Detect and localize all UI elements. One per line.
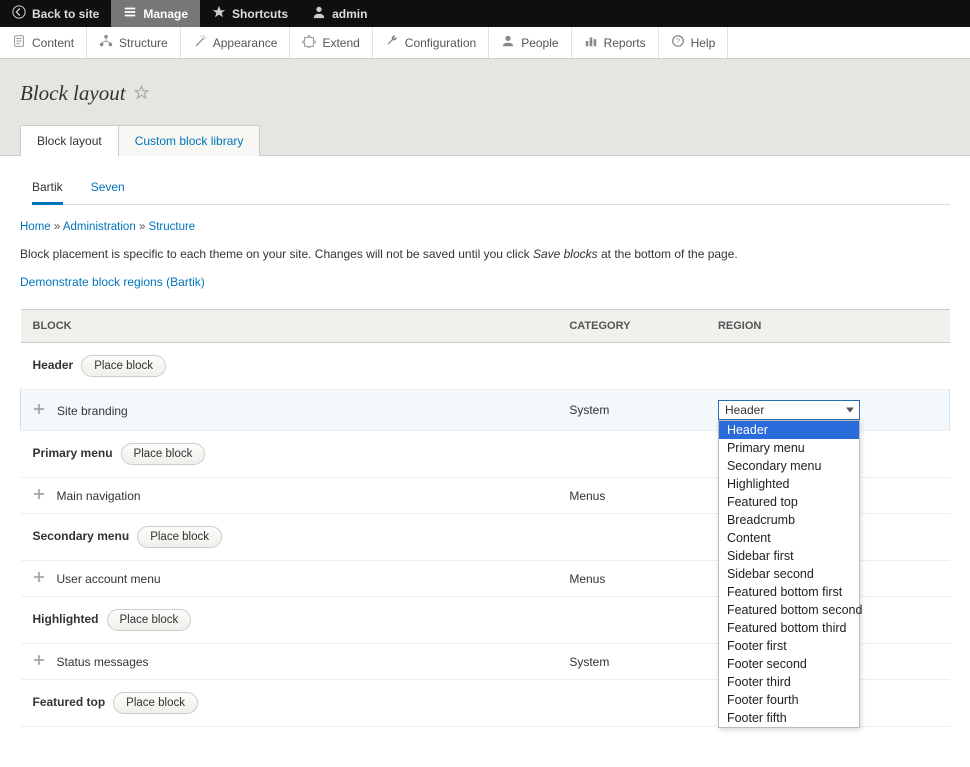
toolbar-user[interactable]: admin	[300, 0, 379, 27]
breadcrumb: Home » Administration » Structure	[20, 221, 950, 233]
admin-menu-label: Appearance	[213, 36, 278, 50]
drag-handle-icon[interactable]	[33, 571, 47, 586]
favorite-star-icon[interactable]	[134, 85, 149, 103]
drag-handle-icon[interactable]	[33, 654, 47, 669]
page-header-region: Block layout Block layout Custom block l…	[0, 59, 970, 156]
description-text: Block placement is specific to each them…	[20, 247, 950, 261]
wrench-icon	[385, 34, 399, 51]
page-title: Block layout	[20, 81, 126, 106]
toolbar: Back to site Manage Shortcuts admin	[0, 0, 970, 27]
toolbar-manage[interactable]: Manage	[111, 0, 200, 27]
block-category: System	[559, 644, 708, 680]
drag-handle-icon[interactable]	[33, 403, 47, 418]
toolbar-shortcuts[interactable]: Shortcuts	[200, 0, 300, 27]
primary-tabs: Block layout Custom block library	[20, 124, 950, 155]
admin-menu-appearance[interactable]: Appearance	[181, 27, 291, 58]
place-block-button[interactable]: Place block	[121, 443, 206, 465]
svg-text:?: ?	[676, 39, 680, 46]
user-icon	[312, 5, 326, 22]
admin-menu-label: Configuration	[405, 36, 476, 50]
breadcrumb-administration[interactable]: Administration	[63, 221, 136, 233]
tab-custom-block-library[interactable]: Custom block library	[118, 125, 261, 156]
admin-menu: Content Structure Appearance Extend Conf…	[0, 27, 970, 59]
puzzle-icon	[302, 34, 316, 51]
region-option[interactable]: Footer second	[719, 655, 859, 673]
region-option[interactable]: Featured top	[719, 493, 859, 511]
admin-menu-configuration[interactable]: Configuration	[373, 27, 489, 58]
breadcrumb-structure[interactable]: Structure	[149, 221, 196, 233]
theme-tabs: Bartik Seven	[32, 174, 950, 205]
region-option[interactable]: Highlighted	[719, 475, 859, 493]
admin-menu-structure[interactable]: Structure	[87, 27, 181, 58]
place-block-button[interactable]: Place block	[107, 609, 192, 631]
admin-menu-content[interactable]: Content	[0, 27, 87, 58]
region-option[interactable]: Featured bottom third	[719, 619, 859, 637]
block-category: Menus	[559, 561, 708, 597]
admin-menu-label: Help	[691, 36, 716, 50]
admin-menu-label: People	[521, 36, 558, 50]
region-option[interactable]: Sidebar first	[719, 547, 859, 565]
region-option[interactable]: Footer fifth	[719, 709, 859, 727]
region-option[interactable]: Sidebar second	[719, 565, 859, 583]
region-option[interactable]: Header	[719, 421, 859, 439]
bar-chart-icon	[584, 34, 598, 51]
theme-tab-seven[interactable]: Seven	[91, 174, 125, 204]
region-option[interactable]: Primary menu	[719, 439, 859, 457]
block-name: Status messages	[57, 655, 149, 669]
hamburger-icon	[123, 5, 137, 22]
region-name: Highlighted	[33, 612, 99, 626]
demonstrate-regions-link[interactable]: Demonstrate block regions (Bartik)	[20, 275, 205, 289]
admin-menu-label: Structure	[119, 36, 168, 50]
block-name: Main navigation	[57, 489, 141, 503]
toolbar-manage-label: Manage	[143, 7, 188, 21]
toolbar-back[interactable]: Back to site	[0, 0, 111, 27]
admin-menu-label: Extend	[322, 36, 359, 50]
admin-menu-label: Content	[32, 36, 74, 50]
wand-icon	[193, 34, 207, 51]
region-option[interactable]: Breadcrumb	[719, 511, 859, 529]
toolbar-back-label: Back to site	[32, 7, 99, 21]
place-block-button[interactable]: Place block	[113, 692, 198, 714]
th-category: CATEGORY	[559, 310, 708, 343]
region-option[interactable]: Footer fourth	[719, 691, 859, 709]
region-option[interactable]: Featured bottom first	[719, 583, 859, 601]
block-category: System	[559, 390, 708, 431]
region-option[interactable]: Footer first	[719, 637, 859, 655]
region-row: Header Place block	[21, 343, 950, 390]
th-block: BLOCK	[21, 310, 560, 343]
region-name: Featured top	[33, 695, 106, 709]
region-name: Header	[33, 358, 74, 372]
region-dropdown[interactable]: HeaderPrimary menuSecondary menuHighligh…	[718, 420, 860, 728]
region-option[interactable]: Content	[719, 529, 859, 547]
block-category: Menus	[559, 478, 708, 514]
theme-tab-bartik[interactable]: Bartik	[32, 174, 63, 205]
place-block-button[interactable]: Place block	[81, 355, 166, 377]
star-icon	[212, 5, 226, 22]
admin-menu-people[interactable]: People	[489, 27, 571, 58]
admin-menu-extend[interactable]: Extend	[290, 27, 372, 58]
admin-menu-reports[interactable]: Reports	[572, 27, 659, 58]
region-select[interactable]: Header	[718, 400, 860, 420]
region-option[interactable]: Footer third	[719, 673, 859, 691]
region-option[interactable]: Secondary menu	[719, 457, 859, 475]
region-name: Secondary menu	[33, 529, 130, 543]
admin-menu-help[interactable]: ? Help	[659, 27, 729, 58]
people-icon	[501, 34, 515, 51]
help-icon: ?	[671, 34, 685, 51]
place-block-button[interactable]: Place block	[137, 526, 222, 548]
chevron-left-icon	[12, 5, 26, 22]
drag-handle-icon[interactable]	[33, 488, 47, 503]
block-name: User account menu	[57, 572, 161, 586]
breadcrumb-home[interactable]: Home	[20, 221, 51, 233]
toolbar-user-label: admin	[332, 7, 367, 21]
toolbar-shortcuts-label: Shortcuts	[232, 7, 288, 21]
th-region: REGION	[708, 310, 950, 343]
block-name: Site branding	[57, 404, 128, 418]
region-name: Primary menu	[33, 446, 113, 460]
tab-block-layout[interactable]: Block layout	[20, 125, 119, 156]
document-icon	[12, 34, 26, 51]
admin-menu-label: Reports	[604, 36, 646, 50]
structure-icon	[99, 34, 113, 51]
region-option[interactable]: Featured bottom second	[719, 601, 859, 619]
